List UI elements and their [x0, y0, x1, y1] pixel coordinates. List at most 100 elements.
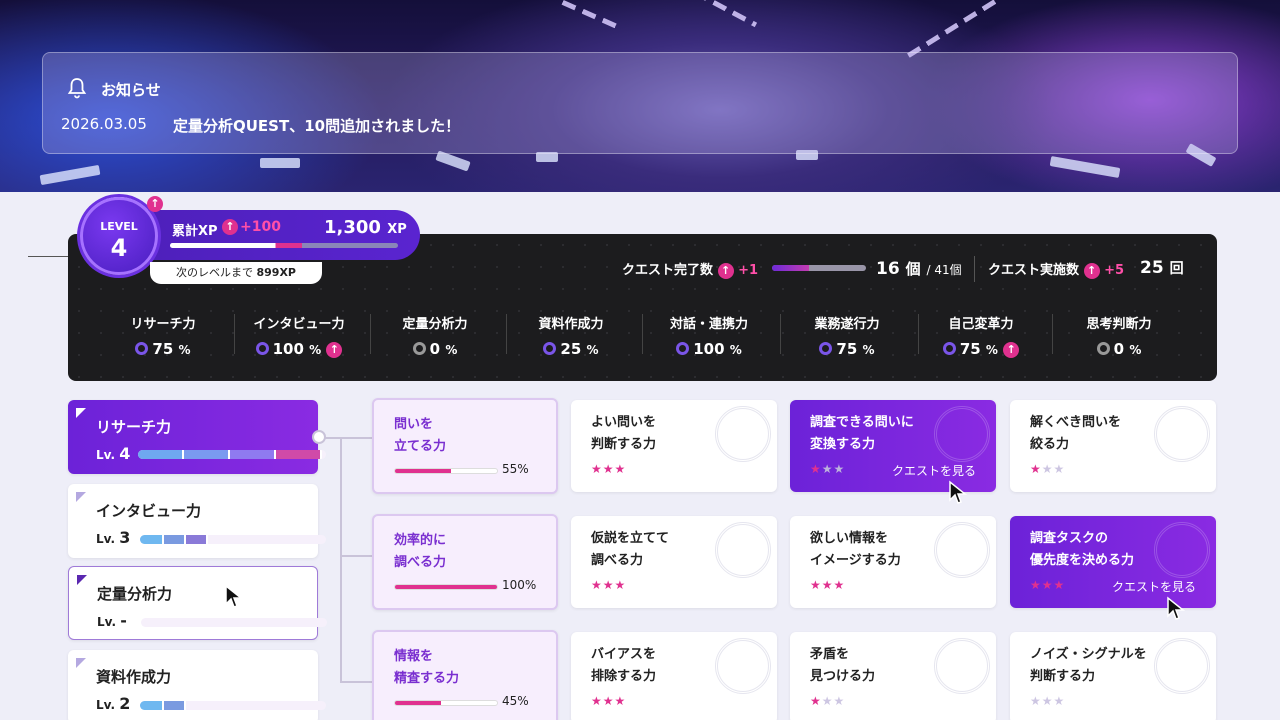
level-badge: LEVEL 4 ↑ [80, 196, 163, 275]
star-icon: ★ [821, 462, 834, 476]
star-icon: ★ [821, 694, 834, 708]
separator [642, 314, 643, 354]
notice-panel: お知らせ 2026.03.05 定量分析QUEST、10問追加されました！ [42, 52, 1238, 154]
category-percent: 45% [502, 694, 529, 708]
progress-ring-icon [1096, 342, 1110, 355]
bell-icon [67, 78, 87, 99]
level-up-icon: ↑ [147, 196, 163, 212]
quest-card[interactable]: よい問いを 判断する力 ★★★ [571, 400, 777, 492]
progress-ring-icon [942, 342, 956, 355]
skill-stat-value: 100 % [644, 340, 774, 358]
progress-ring-icon [135, 342, 149, 355]
quest-executed-value: 25 回 [1140, 258, 1184, 278]
notice-title: お知らせ [101, 81, 161, 99]
star-icon: ★ [614, 694, 627, 708]
skill-card-name: 定量分析力 [97, 585, 173, 603]
notice-message[interactable]: 定量分析QUEST、10問追加されました！ [173, 115, 460, 136]
mouse-cursor-icon [949, 480, 968, 504]
xp-up-icon: ↑ [222, 219, 238, 235]
category-progress-bar [394, 700, 498, 706]
skill-stat-label: 自己変革力 [948, 317, 1014, 332]
quest-card[interactable]: 仮説を立てて 調べる力 ★★★ [571, 516, 777, 608]
xp-label: 累計XP [172, 224, 218, 239]
category-percent: 100% [502, 578, 537, 592]
skill-stat-label: 思考判断力 [1086, 317, 1152, 332]
progress-ring-icon [819, 342, 833, 355]
seal-icon [715, 406, 771, 462]
star-icon: ★ [602, 578, 615, 592]
quest-title: 欲しい情報を イメージする力 [810, 531, 901, 568]
star-icon: ★ [614, 462, 627, 476]
star-rating: ★★★ [810, 578, 845, 592]
quest-title: 解くべき問いを 絞る力 [1030, 415, 1122, 452]
connector [318, 437, 372, 439]
quest-card[interactable]: 調査タスクの 優先度を決める力 ★★★ クエストを見る [1010, 516, 1216, 608]
separator [1052, 314, 1053, 354]
star-rating: ★★★ [1030, 578, 1065, 592]
view-quest-link[interactable]: クエストを見る [1112, 578, 1196, 595]
quest-card[interactable]: バイアスを 排除する力 ★★★ [571, 632, 777, 720]
quest-title: よい問いを 判断する力 [591, 415, 657, 452]
star-icon: ★ [810, 578, 822, 592]
star-rating: ★★★ [1030, 694, 1065, 708]
quest-card[interactable]: 欲しい情報を イメージする力 ★★★ [790, 516, 996, 608]
quest-card[interactable]: 解くべき問いを 絞る力 ★★★ [1010, 400, 1216, 492]
skill-stat-value: 0 % [370, 340, 500, 358]
skill-stat-label: 業務遂行力 [814, 317, 880, 332]
star-icon: ★ [602, 462, 615, 476]
separator [780, 314, 781, 354]
skill-card-document[interactable]: 資料作成力 Lv. 2 [68, 650, 326, 720]
progress-ring-icon [412, 342, 426, 355]
star-icon: ★ [810, 462, 822, 476]
star-rating: ★★★ [591, 694, 626, 708]
level-number: 4 [110, 234, 128, 262]
xp-progress-bar [170, 243, 398, 248]
skill-card-interview[interactable]: インタビュー力 Lv. 3 [68, 484, 326, 558]
quest-title: バイアスを 排除する力 [591, 647, 657, 684]
up-icon: ↑ [326, 341, 343, 358]
progress-ring-icon [255, 342, 269, 355]
skill-card-name: リサーチ力 [96, 418, 172, 436]
skill-stat-label: リサーチ力 [130, 317, 196, 332]
quest-title: 調査できる問いに 変換する力 [810, 415, 914, 452]
star-icon: ★ [833, 462, 846, 476]
skill-stat-value: 100 % ↑ [234, 340, 364, 358]
category-card[interactable]: 情報を 精査する力 45% [372, 630, 558, 720]
quest-title: 仮説を立てて 調べる力 [591, 531, 670, 568]
quest-executed-label: クエスト実施数 ↑ +5 [988, 262, 1125, 279]
level-label: LEVEL [100, 220, 138, 233]
skill-card-name: 資料作成力 [96, 668, 172, 686]
quest-card[interactable]: 矛盾を 見つける力 ★★★ [790, 632, 996, 720]
quest-title: ノイズ・シグナルを 判断する力 [1030, 647, 1147, 684]
category-card[interactable]: 効率的に 調べる力 100% [372, 514, 558, 610]
skill-stat-label: 対話・連携力 [669, 317, 748, 332]
quest-card[interactable]: ノイズ・シグナルを 判断する力 ★★★ [1010, 632, 1216, 720]
seal-icon [715, 638, 771, 694]
category-percent: 55% [502, 462, 529, 476]
star-icon: ★ [833, 578, 846, 592]
view-quest-link[interactable]: クエストを見る [892, 462, 976, 479]
skill-stat-label: インタビュー力 [253, 317, 345, 332]
star-rating: ★★★ [810, 694, 845, 708]
quest-card[interactable]: 調査できる問いに 変換する力 ★★★ クエストを見る [790, 400, 996, 492]
skill-stat-value: 0 % [1054, 340, 1184, 358]
skill-card-level: Lv. 4 [96, 444, 131, 463]
skill-card-level: Lv. - [97, 611, 127, 630]
seal-icon [934, 522, 990, 578]
skill-card-name: インタビュー力 [96, 502, 202, 520]
connector [340, 437, 342, 683]
level-progress [141, 618, 327, 627]
skill-card-research[interactable]: リサーチ力 Lv. 4 [68, 400, 326, 474]
skill-card-quant[interactable]: 定量分析力 Lv. - [68, 566, 327, 640]
category-card[interactable]: 問いを 立てる力 55% [372, 398, 558, 494]
corner-marker [76, 492, 86, 502]
star-icon: ★ [1053, 462, 1066, 476]
category-progress-bar [394, 584, 498, 590]
quest-title: 矛盾を 見つける力 [810, 647, 876, 684]
skill-stat: インタビュー力 100 % ↑ [234, 313, 364, 358]
category-title: 情報を 精査する力 [394, 649, 460, 686]
skill-stat-label: 定量分析力 [402, 317, 468, 332]
next-level-info: 次のレベルまで 899XP [150, 262, 322, 284]
divider [28, 256, 70, 257]
level-progress [138, 450, 326, 459]
